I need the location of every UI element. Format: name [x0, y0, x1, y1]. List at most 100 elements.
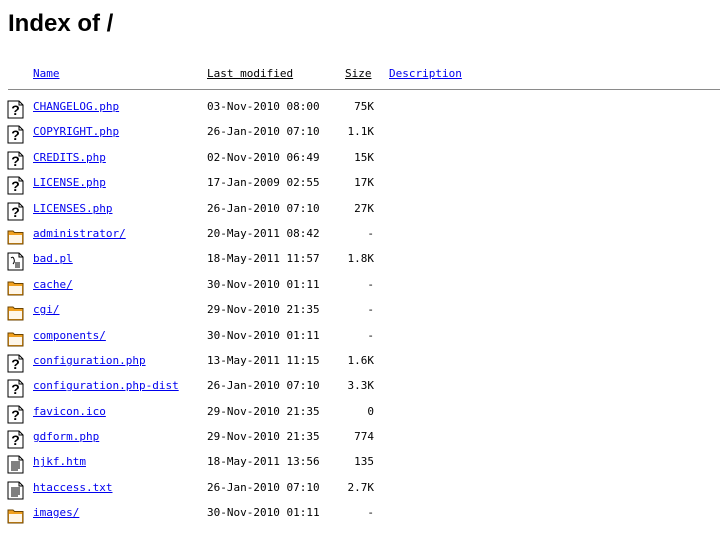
last-modified: 26-Jan-2010 07:10: [207, 201, 320, 215]
sort-by-last-modified-link[interactable]: Last modified: [207, 67, 293, 80]
file-list: ? CHANGELOG.php 03-Nov-2010 08:00 75K? COPYR…: [0, 96, 727, 528]
svg-text:?: ?: [11, 127, 20, 143]
last-modified: 29-Nov-2010 21:35: [207, 430, 320, 444]
listing-row: bad.pl 18-May-2011 11:57 1.8K: [0, 248, 727, 273]
last-modified: 29-Nov-2010 21:35: [207, 404, 320, 418]
last-modified: 20-May-2011 08:42: [207, 226, 320, 240]
listing-row: ? configuration.php-dist 26-Jan-2010 07:10…: [0, 375, 727, 400]
script-file-icon: [7, 252, 24, 271]
listing-row: ? LICENSE.php 17-Jan-2009 02:55 17K: [0, 172, 727, 197]
unknown-file-icon: ?: [7, 176, 24, 195]
unknown-file-icon: ?: [7, 202, 24, 221]
last-modified: 30-Nov-2010 01:11: [207, 328, 320, 342]
listing-row: administrator/20-May-2011 08:42 -: [0, 223, 727, 248]
listing-row: ? CREDITS.php 02-Nov-2010 06:49 15K: [0, 147, 727, 172]
file-size: -: [367, 277, 374, 291]
header-divider: [8, 89, 720, 90]
file-size: 75K: [354, 100, 374, 113]
unknown-file-icon: ?: [7, 430, 24, 449]
unknown-file-icon: ?: [7, 405, 24, 424]
file-size: -: [367, 303, 374, 317]
listing-row: cache/30-Nov-2010 01:11 -: [0, 274, 727, 299]
entry-link[interactable]: LICENSES.php: [33, 202, 112, 215]
file-size: 3.3K: [347, 379, 375, 393]
listing-row: ? gdform.php 29-Nov-2010 21:35 774: [0, 426, 727, 451]
file-size: -: [367, 226, 374, 240]
entry-link[interactable]: images/: [33, 506, 79, 519]
folder-icon: [7, 278, 24, 297]
unknown-file-icon: ?: [7, 125, 24, 144]
unknown-file-icon: ?: [7, 100, 24, 119]
directory-listing: Name Last modified Size Description: [0, 66, 727, 84]
file-size: 774: [354, 430, 374, 444]
sort-by-size-link[interactable]: Size: [345, 67, 372, 80]
entry-link[interactable]: htaccess.txt: [33, 481, 112, 494]
svg-text:?: ?: [11, 204, 20, 220]
file-size: 1.1K: [347, 125, 375, 139]
unknown-file-icon: ?: [7, 379, 24, 398]
listing-row: ? favicon.ico 29-Nov-2010 21:35 0: [0, 401, 727, 426]
entry-link[interactable]: hjkf.htm: [33, 455, 86, 468]
last-modified: 18-May-2011 13:56: [207, 455, 320, 469]
last-modified: 03-Nov-2010 08:00: [207, 100, 320, 113]
folder-icon: [7, 506, 24, 525]
file-size: 15K: [354, 150, 374, 164]
last-modified: 26-Jan-2010 07:10: [207, 480, 320, 494]
entry-link[interactable]: administrator/: [33, 227, 126, 240]
entry-link[interactable]: cache/: [33, 278, 73, 291]
svg-text:?: ?: [11, 407, 20, 423]
entry-link[interactable]: COPYRIGHT.php: [33, 125, 119, 138]
svg-text:?: ?: [11, 356, 20, 372]
entry-link[interactable]: LICENSE.php: [33, 176, 106, 189]
folder-icon: [7, 329, 24, 348]
last-modified: 18-May-2011 11:57: [207, 252, 320, 266]
file-size: 0: [367, 404, 374, 418]
listing-row: cgi/29-Nov-2010 21:35 -: [0, 299, 727, 324]
sort-by-description-link[interactable]: Description: [389, 67, 462, 80]
file-size: 1.8K: [347, 252, 375, 266]
entry-link[interactable]: bad.pl: [33, 252, 73, 265]
entry-link[interactable]: CREDITS.php: [33, 151, 106, 164]
last-modified: 29-Nov-2010 21:35: [207, 303, 320, 317]
entry-link[interactable]: CHANGELOG.php: [33, 100, 119, 113]
column-header-row: Name Last modified Size Description: [0, 66, 727, 84]
unknown-file-icon: ?: [7, 151, 24, 170]
entry-link[interactable]: favicon.ico: [33, 405, 106, 418]
file-size: 17K: [354, 176, 374, 190]
entry-link[interactable]: components/: [33, 329, 106, 342]
listing-row: images/30-Nov-2010 01:11 -: [0, 502, 727, 527]
listing-row: ? LICENSES.php 26-Jan-2010 07:10 27K: [0, 198, 727, 223]
svg-text:?: ?: [11, 432, 20, 448]
listing-row: ? COPYRIGHT.php 26-Jan-2010 07:10 1.1K: [0, 121, 727, 146]
listing-row: htaccess.txt 26-Jan-2010 07:10 2.7K: [0, 477, 727, 502]
last-modified: 26-Jan-2010 07:10: [207, 379, 320, 393]
file-size: -: [367, 328, 374, 342]
folder-icon: [7, 303, 24, 322]
entry-link[interactable]: cgi/: [33, 303, 60, 316]
entry-link[interactable]: gdform.php: [33, 430, 99, 443]
svg-text:?: ?: [11, 153, 20, 169]
listing-row: hjkf.htm 18-May-2011 13:56 135: [0, 451, 727, 476]
last-modified: 26-Jan-2010 07:10: [207, 125, 320, 139]
folder-icon: [7, 227, 24, 246]
svg-text:?: ?: [11, 102, 20, 118]
entry-link[interactable]: configuration.php-dist: [33, 379, 179, 392]
last-modified: 30-Nov-2010 01:11: [207, 277, 320, 291]
file-size: -: [367, 506, 374, 520]
listing-row: ? CHANGELOG.php 03-Nov-2010 08:00 75K: [0, 96, 727, 121]
file-size: 1.6K: [347, 353, 375, 367]
listing-row: ? configuration.php 13-May-2011 11:15 1.6K: [0, 350, 727, 375]
file-size: 27K: [354, 201, 374, 215]
last-modified: 17-Jan-2009 02:55: [207, 176, 320, 190]
unknown-file-icon: ?: [7, 354, 24, 373]
file-size: 135: [354, 455, 374, 469]
entry-link[interactable]: configuration.php: [33, 354, 146, 367]
text-file-icon: [7, 455, 24, 474]
last-modified: 02-Nov-2010 06:49: [207, 150, 320, 164]
sort-by-name-link[interactable]: Name: [33, 67, 60, 80]
text-file-icon: [7, 481, 24, 500]
listing-row: components/30-Nov-2010 01:11 -: [0, 325, 727, 350]
last-modified: 13-May-2011 11:15: [207, 353, 320, 367]
svg-text:?: ?: [11, 381, 20, 397]
page-title: Index of /: [8, 10, 114, 37]
